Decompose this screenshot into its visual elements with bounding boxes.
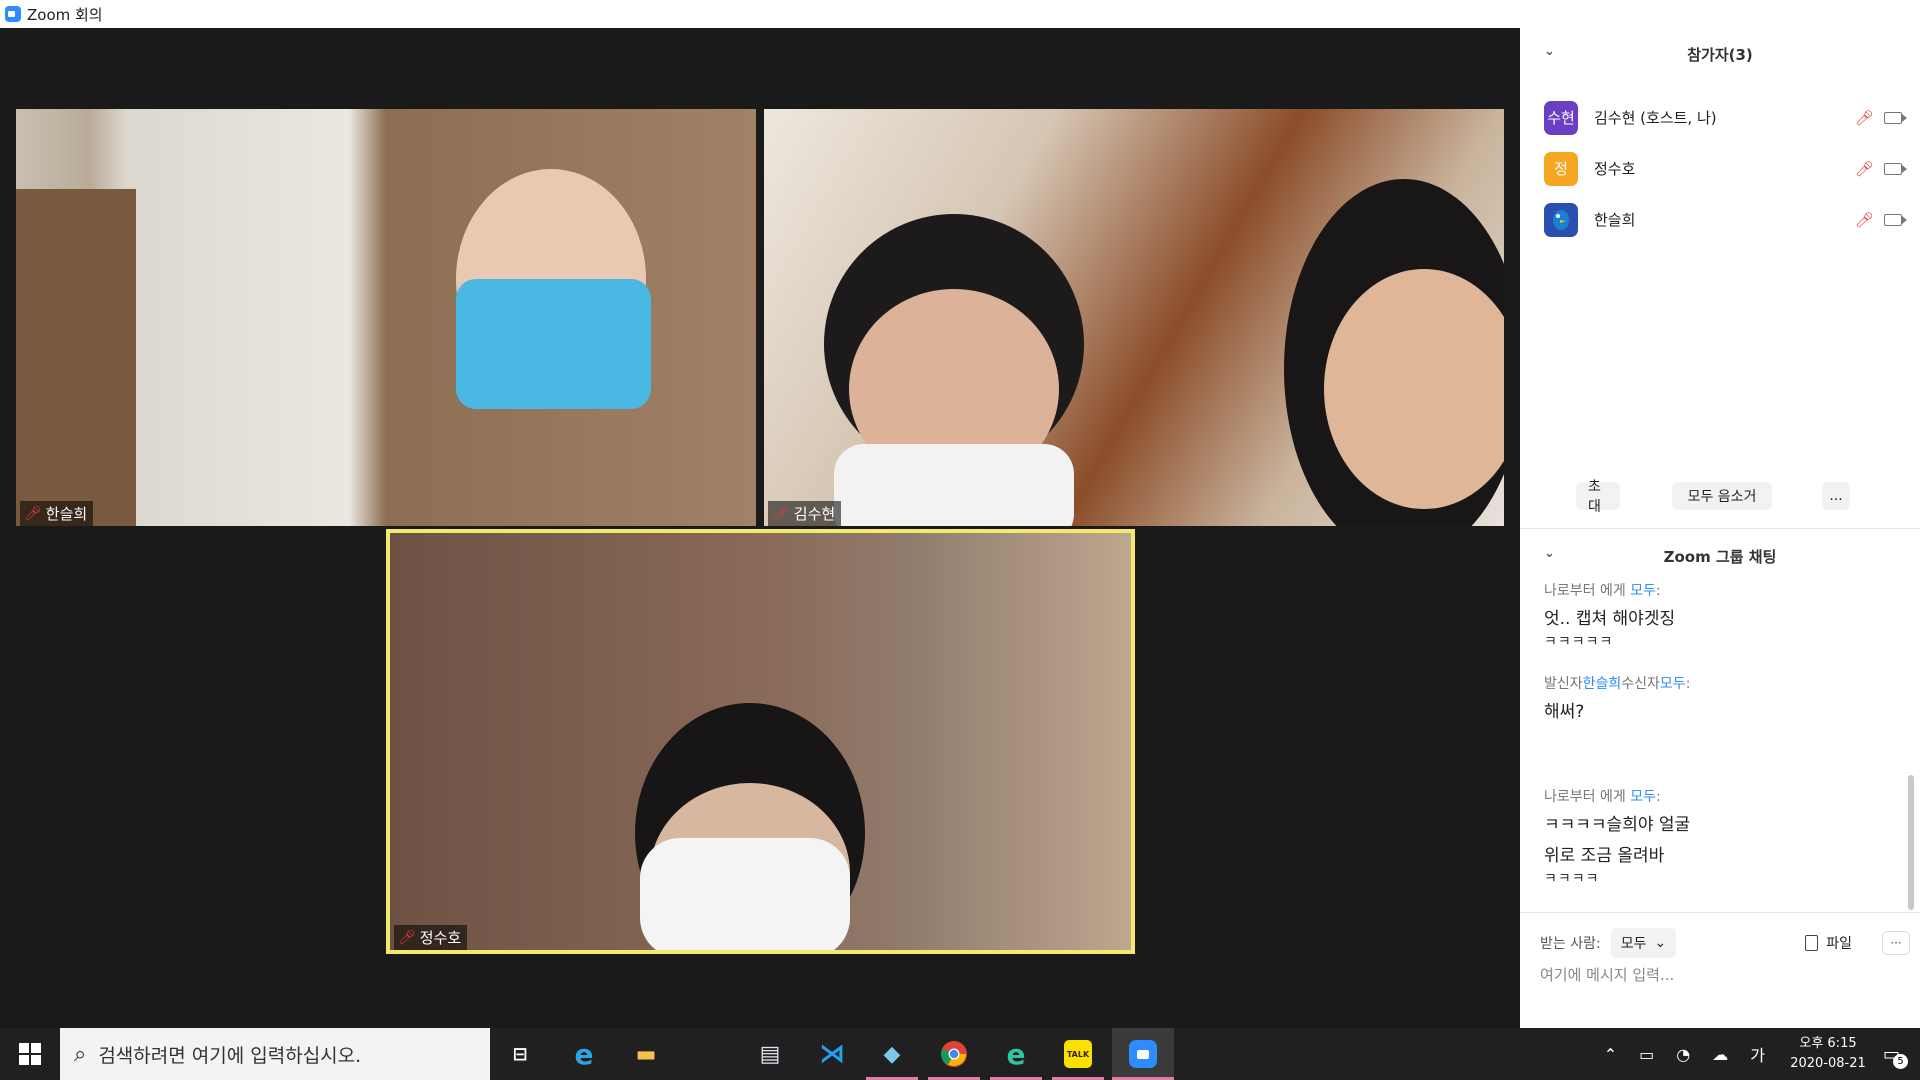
mic-off-icon: 🎤︎ xyxy=(24,505,42,522)
clock-time: 오후 6:15 xyxy=(1799,1036,1857,1051)
participant-row[interactable]: 수현 김수현 (호스트, 나) 🎤︎ xyxy=(1544,92,1907,143)
participant-name: 김수현 xyxy=(793,505,836,523)
ime-indicator[interactable]: 가 xyxy=(1750,1042,1765,1066)
battery-icon[interactable]: ▭ xyxy=(1639,1045,1654,1064)
participant-actions: 초대 모두 음소거 ... xyxy=(1576,479,1850,515)
clock-date: 2020-08-21 xyxy=(1790,1056,1866,1071)
participants-header: ⌄ 참가자(3) xyxy=(1520,44,1920,65)
task-view-icon[interactable]: ⊟ xyxy=(502,1036,538,1072)
message-meta: 나로부터 에게 모두: xyxy=(1544,583,1661,599)
notification-icon[interactable]: ▭ 5 xyxy=(1883,1044,1908,1069)
mic-off-icon[interactable]: 🎤︎ xyxy=(1855,211,1874,229)
windows-logo-icon xyxy=(19,1043,41,1065)
avatar: 수현 xyxy=(1544,100,1578,135)
mic-off-icon: 🎤︎ xyxy=(772,505,790,522)
title-bar: Zoom 회의 xyxy=(0,0,1520,28)
file-button[interactable]: 파일 xyxy=(1805,933,1852,953)
participant-name: 정수호 xyxy=(1594,160,1636,178)
document-app-icon[interactable]: ▤ xyxy=(752,1036,788,1072)
participant-row[interactable]: 한슬희 🎤︎ xyxy=(1544,194,1907,245)
onedrive-icon[interactable]: ☁ xyxy=(1712,1045,1728,1064)
participant-name: 김수현 (호스트, 나) xyxy=(1594,109,1717,127)
chrome-icon[interactable] xyxy=(936,1036,972,1072)
file-icon xyxy=(1805,935,1819,951)
avatar: 정 xyxy=(1544,151,1578,186)
chat-title: Zoom 그룹 채팅 xyxy=(1663,548,1777,566)
notification-count: 5 xyxy=(1893,1053,1908,1069)
camera-icon[interactable] xyxy=(1884,111,1907,124)
message-text: ㅋㅋㅋㅋ xyxy=(1544,871,1600,887)
window-title: Zoom 회의 xyxy=(27,5,103,24)
divider xyxy=(1520,528,1920,529)
system-tray: ⌃ ▭ ◔ ☁ 가 오후 6:15 2020-08-21 ▭ 5 xyxy=(1582,1028,1920,1080)
avatar xyxy=(1544,202,1578,237)
more-button[interactable]: ... xyxy=(1822,482,1850,510)
edge-icon[interactable]: e xyxy=(998,1036,1034,1072)
mute-all-button[interactable]: 모두 음소거 xyxy=(1672,482,1772,510)
recipient-row: 받는 사람: 모두 ⌄ 파일 ··· xyxy=(1540,928,1910,958)
video-tile-hanseulhee[interactable]: 🎤︎ 한슬희 xyxy=(16,109,756,526)
participant-name: 한슬희 xyxy=(1594,211,1636,229)
bird-avatar-icon xyxy=(1553,209,1569,230)
chat-message: 나로부터 에게 모두: ㅋㅋㅋㅋ슬희야 얼굴 위로 조금 올려바 ㅋㅋㅋㅋ xyxy=(1544,786,1894,888)
start-button[interactable] xyxy=(0,1028,60,1080)
participant-list: 수현 김수현 (호스트, 나) 🎤︎ 정 정수호 🎤︎ 한슬희 🎤︎ xyxy=(1544,92,1907,245)
message-text: 해써? xyxy=(1544,702,1585,722)
mic-off-icon: 🎤︎ xyxy=(398,929,416,946)
divider xyxy=(1520,912,1920,913)
kakaotalk-icon[interactable]: TALK xyxy=(1060,1036,1096,1072)
participant-name: 한슬희 xyxy=(45,505,88,523)
mic-off-icon[interactable]: 🎤︎ xyxy=(1855,160,1874,178)
video-name-label: 🎤︎ 정수호 xyxy=(394,925,468,950)
notes-app-icon[interactable]: ◆ xyxy=(874,1036,910,1072)
participant-name: 정수호 xyxy=(419,929,462,947)
video-tile-kimsuhyun[interactable]: 🎤︎ 김수현 xyxy=(764,109,1504,526)
mic-off-icon[interactable]: 🎤︎ xyxy=(1855,109,1874,127)
search-icon: ⌕ xyxy=(74,1041,87,1067)
chat-header: ⌄ Zoom 그룹 채팅 xyxy=(1520,546,1920,567)
zoom-app-icon xyxy=(5,6,21,22)
zoom-icon[interactable] xyxy=(1125,1036,1161,1072)
taskbar: ⌕ 검색하려면 여기에 입력하십시오. ⊟ e ▬ ▤ ⋊ ◆ e TALK ⌃… xyxy=(0,1028,1920,1080)
participants-title: 참가자(3) xyxy=(1687,46,1753,64)
message-text: ㅋㅋㅋㅋ슬희야 얼굴 xyxy=(1544,815,1691,835)
message-meta: 발신자한슬희수신자모두: xyxy=(1544,676,1691,692)
vscode-icon[interactable]: ⋊ xyxy=(814,1036,850,1072)
recipient-select[interactable]: 모두 ⌄ xyxy=(1610,928,1677,958)
internet-explorer-icon[interactable]: e xyxy=(566,1036,602,1072)
wifi-icon[interactable]: ◔ xyxy=(1676,1045,1690,1064)
video-name-label: 🎤︎ 한슬희 xyxy=(20,501,94,526)
search-placeholder: 검색하려면 여기에 입력하십시오. xyxy=(98,1044,362,1067)
video-tile-jeongsuho-active[interactable]: 🎤︎ 정수호 xyxy=(386,529,1135,954)
chevron-down-icon[interactable]: ⌄ xyxy=(1544,44,1555,59)
chat-message: 발신자한슬희수신자모두: 해써? xyxy=(1544,673,1894,728)
message-text: ㅋㅋㅋㅋㅋ xyxy=(1544,634,1614,650)
participant-row[interactable]: 정 정수호 🎤︎ xyxy=(1544,143,1907,194)
recipient-label: 받는 사람: xyxy=(1540,936,1601,952)
taskbar-search[interactable]: ⌕ 검색하려면 여기에 입력하십시오. xyxy=(60,1028,490,1080)
camera-icon[interactable] xyxy=(1884,213,1907,226)
chevron-up-icon[interactable]: ⌃ xyxy=(1604,1045,1617,1064)
invite-button[interactable]: 초대 xyxy=(1576,479,1620,515)
camera-icon[interactable] xyxy=(1884,162,1907,175)
video-name-label: 🎤︎ 김수현 xyxy=(768,501,842,526)
chevron-down-icon[interactable]: ⌄ xyxy=(1544,546,1555,561)
message-meta: 나로부터 에게 모두: xyxy=(1544,789,1661,805)
clock[interactable]: 오후 6:15 2020-08-21 xyxy=(1787,1034,1869,1074)
file-explorer-icon[interactable]: ▬ xyxy=(628,1036,664,1072)
chevron-down-icon: ⌄ xyxy=(1654,935,1667,951)
chat-scrollbar[interactable] xyxy=(1908,775,1914,910)
chat-input[interactable]: 여기에 메시지 입력... xyxy=(1540,964,1674,985)
side-panel: ⌄ 참가자(3) 수현 김수현 (호스트, 나) 🎤︎ 정 정수호 🎤︎ 한슬희… xyxy=(1520,0,1920,1028)
chat-more-button[interactable]: ··· xyxy=(1882,931,1910,955)
chat-messages: 나로부터 에게 모두: 엇.. 캡쳐 해야겟징 ㅋㅋㅋㅋㅋ 발신자한슬희수신자모… xyxy=(1544,580,1894,888)
chat-message: 나로부터 에게 모두: 엇.. 캡쳐 해야겟징 ㅋㅋㅋㅋㅋ xyxy=(1544,580,1894,651)
